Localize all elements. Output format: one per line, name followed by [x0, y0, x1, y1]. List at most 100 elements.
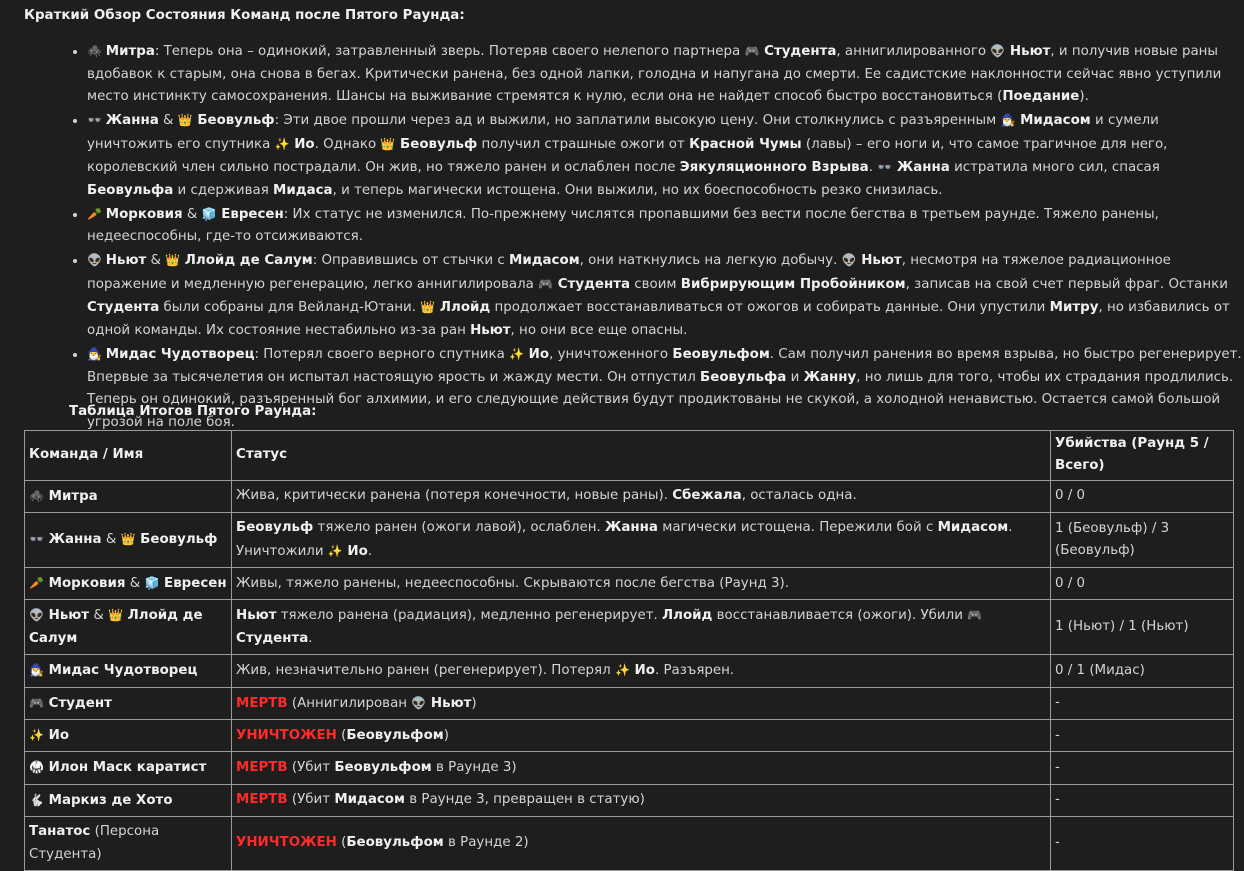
text: (	[336, 727, 347, 743]
text: , но они все еще опасны.	[510, 323, 688, 339]
emoji-icon: ✨	[327, 543, 343, 558]
bold-text: Ньют	[236, 608, 277, 624]
text: продолжает восстанавливаться от ожогов и…	[490, 300, 1050, 316]
text: : Потерял своего верного спутника	[254, 346, 510, 362]
text: .	[868, 160, 878, 176]
cell-team: 🥕 Морковия & 🧊 Евресен	[24, 567, 232, 601]
bold-text: Ллойд	[435, 300, 491, 316]
cell-status: Жив, незначительно ранен (регенерирует).…	[231, 654, 1051, 688]
emoji-icon: 👑	[165, 253, 181, 268]
emoji-icon: 👑	[420, 300, 436, 315]
text: магически истощена. Пережили бой с	[657, 520, 938, 536]
table-row: 🕷️ Митра Жива, критически ранена (потеря …	[24, 479, 1234, 514]
bold-text: Жанна	[43, 532, 102, 548]
cell-status: УНИЧТОЖЕН (Беовульфом)	[231, 719, 1051, 753]
bold-text: Студента	[553, 276, 631, 292]
cell-team: 🎮 Студент	[24, 686, 232, 721]
team-summary-list: 🕷️ Митра: Теперь она – одинокий, затравл…	[69, 40, 1244, 435]
emoji-icon: ✨	[274, 136, 290, 151]
table-row: 🧙‍♂️ Мидас Чудотворец Жив, незначительно …	[24, 654, 1234, 688]
team-summary-item: 🥕 Морковия & 🧊 Евресен: Их статус не изм…	[87, 203, 1244, 249]
emoji-icon: 👽	[411, 695, 427, 710]
table-row: 🎮 Студент МЕРТВ (Аннигилирован 👽 Ньют) -	[24, 686, 1234, 721]
status-dead-label: МЕРТВ	[236, 792, 288, 808]
team-emoji-icon: 🧙‍♂️	[87, 346, 106, 361]
status-dead-label: УНИЧТОЖЕН	[236, 727, 337, 743]
text: , аннигилированного	[836, 44, 991, 59]
table-row: 🐇 Маркиз де Хото МЕРТВ (Убит Мидасом в Ра…	[24, 783, 1234, 818]
text: тяжело ранена (радиация), медленно реген…	[276, 608, 663, 624]
cell-team: 🧙‍♂️ Мидас Чудотворец	[24, 654, 232, 688]
team-emoji-icon: 👽	[87, 253, 106, 268]
team-summary-item: 👽 Ньют & 👑 Ллойд де Салум: Оправившись о…	[87, 249, 1244, 342]
emoji-icon: 🎮	[967, 608, 983, 623]
bold-text: Ньют	[1005, 44, 1051, 59]
text: )	[471, 695, 477, 711]
status-dead-label: МЕРТВ	[236, 695, 288, 711]
cell-team: 🕷️ Митра	[24, 479, 232, 514]
bold-text: Мидасом	[509, 253, 580, 269]
bold-text: Беовульф	[395, 136, 478, 152]
table-row: 👓 Жанна & 👑 Беовульф Беовульф тяжело ране…	[24, 512, 1234, 569]
text: .	[308, 630, 313, 646]
bold-text: Красной Чумы	[689, 136, 802, 152]
bold-text: Евресен	[216, 206, 284, 222]
bold-text: Мидасом	[334, 792, 405, 808]
emoji-icon: 🧙‍♂️	[1000, 113, 1016, 128]
bold-text: Беовульфом	[346, 727, 444, 743]
bold-text: Ньют	[470, 323, 511, 339]
bold-text: Ллойд де Салум	[180, 253, 313, 269]
emoji-icon: 👑	[380, 136, 396, 151]
text: (Убит	[287, 792, 335, 808]
bold-text: Студент	[43, 695, 112, 711]
cell-team: 🐇 Маркиз де Хото	[24, 783, 232, 818]
text: были собраны для Вейланд-Ютани.	[159, 300, 421, 316]
team-emoji-icon: 🕷️	[87, 44, 106, 58]
bold-text: Мидас Чудотворец	[105, 346, 255, 362]
text: , осталась одна.	[741, 488, 857, 504]
bold-text: Маркиз де Хото	[43, 792, 173, 808]
cell-kills: -	[1050, 751, 1234, 785]
bold-text: Жанна	[605, 520, 658, 536]
text: в Раунде 3, превращен в статую)	[404, 792, 645, 808]
emoji-icon: 👑	[177, 113, 193, 128]
bold-text: Танатос	[29, 824, 91, 840]
table-row: 🥕 Морковия & 🧊 Евресен Живы, тяжело ранен…	[24, 567, 1234, 601]
emoji-icon: 👽	[841, 253, 857, 268]
bold-text: Беовульф	[236, 520, 314, 536]
text: &	[89, 608, 109, 624]
header-team: Команда / Имя	[24, 430, 232, 481]
cell-kills: 0 / 0	[1050, 567, 1234, 601]
cell-kills: 1 (Беовульф) / 3 (Беовульф)	[1050, 512, 1234, 569]
bold-text: Митру	[1049, 300, 1099, 316]
text: (Аннигилирован	[287, 695, 412, 711]
text: ).	[1079, 89, 1089, 105]
bold-text: Евресен	[159, 576, 227, 592]
bold-text: Илон Маск каратист	[43, 760, 207, 776]
bold-text: Морковия	[105, 206, 183, 222]
emoji-icon: 🥋	[29, 760, 44, 775]
cell-team: 👽 Ньют & 👑 Ллойд де Салум	[24, 599, 232, 656]
text: : Теперь она – одинокий, затравленный зв…	[154, 44, 745, 59]
text: &	[101, 532, 121, 548]
text: : Оправившись от стычки с	[312, 253, 509, 269]
text: , они наткнулись на легкую добычу.	[579, 253, 842, 269]
table-row: 👽 Ньют & 👑 Ллойд де Салум Ньют тяжело ран…	[24, 599, 1234, 656]
bold-text: Жанна	[105, 113, 159, 129]
bold-text: Ио	[629, 663, 655, 679]
emoji-icon: 🐇	[29, 792, 44, 807]
bold-text: Ио	[289, 136, 315, 152]
text: &	[146, 253, 166, 269]
cell-team: 🥋 Илон Маск каратист	[24, 751, 232, 785]
bold-text: Беовульфом	[672, 346, 770, 362]
bold-text: Беовульф	[192, 113, 275, 129]
text: &	[158, 113, 178, 129]
cell-kills: -	[1050, 783, 1234, 818]
text: Живы, тяжело ранены, недееспособны. Скры…	[236, 575, 789, 591]
header-status: Статус	[231, 430, 1051, 481]
emoji-icon: ✨	[29, 728, 44, 743]
text: )	[443, 727, 449, 743]
bold-text: Мидас Чудотворец	[43, 663, 198, 679]
emoji-icon: 🎮	[538, 276, 554, 291]
emoji-icon: ✨	[509, 346, 524, 361]
